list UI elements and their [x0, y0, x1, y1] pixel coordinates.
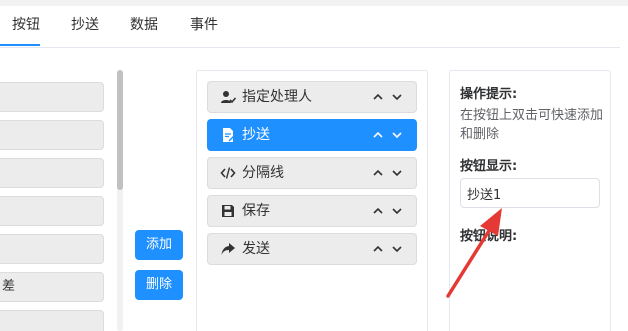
tab-cc[interactable]: 抄送	[71, 17, 99, 47]
chevron-up-icon[interactable]	[371, 166, 385, 180]
hint-text: 在按钮上双击可快速添加和删除	[460, 108, 604, 142]
list-item-divider[interactable]: 分隔线	[207, 157, 417, 189]
list-item-assign-handler[interactable]: 指定处理人	[207, 81, 417, 113]
chevron-down-icon[interactable]	[390, 204, 404, 218]
chevron-up-icon[interactable]	[371, 242, 385, 256]
hint-title: 操作提示:	[460, 87, 518, 102]
chevron-down-icon[interactable]	[390, 128, 404, 142]
button-display-input[interactable]	[460, 178, 600, 208]
list-item[interactable]	[0, 158, 104, 188]
user-check-icon	[221, 91, 236, 104]
tab-bar: 按钮 抄送 数据 事件	[0, 6, 620, 48]
tab-buttons[interactable]: 按钮	[12, 17, 40, 47]
item-label: 发送	[242, 241, 270, 257]
chevron-up-icon[interactable]	[371, 204, 385, 218]
item-label: 分隔线	[242, 165, 284, 181]
chevron-down-icon[interactable]	[390, 242, 404, 256]
tab-data[interactable]: 数据	[130, 17, 158, 47]
list-item-cc[interactable]: 抄送	[207, 119, 417, 151]
chevron-down-icon[interactable]	[390, 90, 404, 104]
available-buttons-list: 差	[0, 70, 128, 331]
list-item[interactable]	[0, 82, 104, 112]
tab-events[interactable]: 事件	[190, 17, 218, 47]
list-item[interactable]: 差	[0, 272, 104, 302]
list-item[interactable]	[0, 196, 104, 226]
scrollbar[interactable]	[117, 70, 123, 331]
save-icon	[222, 205, 234, 217]
description-title: 按钮说明:	[460, 229, 518, 244]
item-label: 抄送	[242, 127, 270, 143]
button-properties-panel: 操作提示: 在按钮上双击可快速添加和删除 按钮显示: 按钮说明:	[449, 70, 611, 331]
display-title: 按钮显示:	[460, 159, 518, 174]
chevron-up-icon[interactable]	[371, 90, 385, 104]
share-arrow-icon	[221, 243, 235, 255]
chevron-down-icon[interactable]	[390, 166, 404, 180]
scrollbar-thumb[interactable]	[117, 70, 123, 190]
list-item[interactable]	[0, 234, 104, 264]
item-label: 指定处理人	[242, 89, 312, 105]
list-item-send[interactable]: 发送	[207, 233, 417, 265]
item-label: 保存	[242, 203, 270, 219]
add-button[interactable]: 添加	[135, 230, 183, 260]
delete-button[interactable]: 删除	[135, 270, 183, 300]
active-tab-indicator	[0, 44, 40, 46]
list-item-save[interactable]: 保存	[207, 195, 417, 227]
chevron-up-icon[interactable]	[371, 128, 385, 142]
list-item[interactable]	[0, 310, 104, 331]
selected-buttons-list: 指定处理人 抄送 分隔线 保存 发送	[196, 70, 428, 331]
document-edit-icon	[223, 128, 235, 142]
code-icon	[220, 167, 236, 179]
list-item[interactable]	[0, 120, 104, 150]
